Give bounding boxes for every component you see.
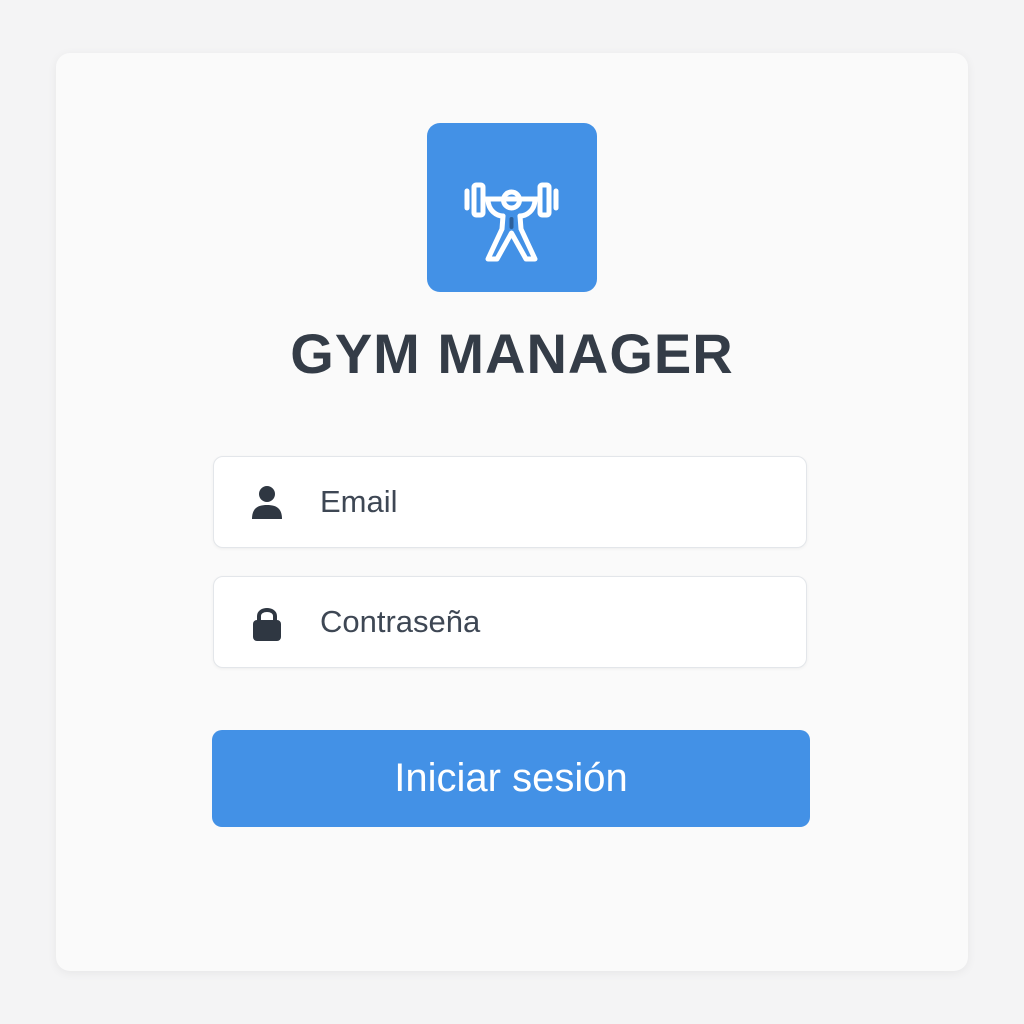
email-input[interactable] xyxy=(320,457,780,547)
user-icon xyxy=(252,486,282,519)
password-field[interactable] xyxy=(213,576,807,668)
email-field[interactable] xyxy=(213,456,807,548)
login-card: GYM MANAGER Iniciar sesión xyxy=(56,53,968,971)
app-title: GYM MANAGER xyxy=(290,322,734,385)
lock-icon xyxy=(253,608,281,641)
password-input[interactable] xyxy=(320,577,780,667)
app-logo xyxy=(427,123,597,292)
weightlifter-icon xyxy=(464,182,559,261)
login-button[interactable]: Iniciar sesión xyxy=(212,730,810,827)
